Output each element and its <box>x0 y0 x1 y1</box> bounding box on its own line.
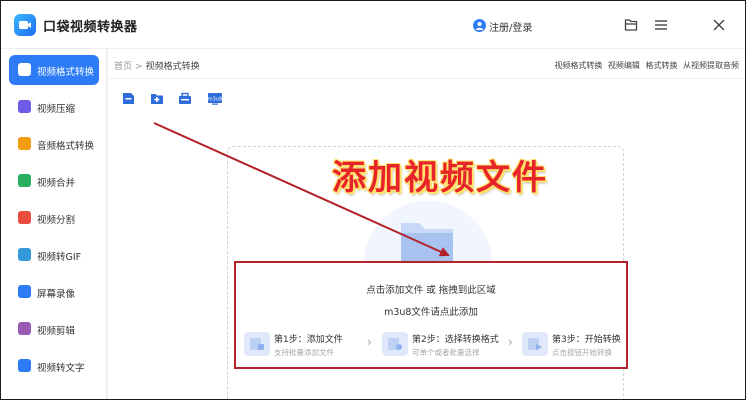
video-edit-icon <box>18 322 31 335</box>
m3u8-hint[interactable]: m3u8文件请点此添加 <box>236 304 626 318</box>
select-format-step-icon <box>382 332 408 356</box>
hamburger-icon[interactable] <box>653 17 669 33</box>
file-icon[interactable] <box>623 17 639 33</box>
video-merge-icon <box>18 174 31 187</box>
sidebar-item-video-edit[interactable]: 视频剪辑 <box>9 314 99 344</box>
video-convert-icon <box>18 63 31 76</box>
sidebar-item-video-merge[interactable]: 视频合并 <box>9 166 99 196</box>
sidebar-item-video-to-text[interactable]: 视频转文字 <box>9 351 99 381</box>
chevron-right-icon: › <box>508 335 513 349</box>
sidebar-item-label: 音频格式转换 <box>37 141 95 152</box>
user-icon[interactable] <box>473 19 486 32</box>
sidebar-item-screen-record[interactable]: 屏幕录像 <box>9 277 99 307</box>
step-title: 第3步：开始转换 <box>552 335 621 345</box>
audio-convert-icon <box>18 137 31 150</box>
start-convert-step-icon <box>522 332 548 356</box>
sidebar-item-label: 屏幕录像 <box>37 289 76 300</box>
step-title: 第2步：选择转换格式 <box>412 335 499 345</box>
close-icon[interactable] <box>711 17 727 33</box>
sidebar-item-label: 视频格式转换 <box>37 67 95 78</box>
app-logo-icon <box>14 14 36 36</box>
sidebar: 视频格式转换 视频压缩 音频格式转换 视频合并 视频分割 视频转GIF 屏幕录像 <box>1 49 107 399</box>
step-desc: 点击按钮开始转换 <box>552 348 612 357</box>
sidebar-item-audio-format-convert[interactable]: 音频格式转换 <box>9 129 99 159</box>
chevron-right-icon: › <box>367 335 372 349</box>
sidebar-item-video-format-convert[interactable]: 视频格式转换 <box>9 55 99 85</box>
sidebar-item-video-split[interactable]: 视频分割 <box>9 203 99 233</box>
video-split-icon <box>18 211 31 224</box>
step-title: 第1步：添加文件 <box>274 335 343 345</box>
video-to-text-icon <box>18 359 31 372</box>
sidebar-item-label: 视频剪辑 <box>37 326 76 337</box>
login-link[interactable]: 注册/登录 <box>489 19 532 34</box>
gif-icon <box>18 248 31 261</box>
screen-record-icon <box>18 285 31 298</box>
title-bar: 口袋视频转换器 注册/登录 <box>1 1 745 49</box>
video-compress-icon <box>18 100 31 113</box>
step-desc: 支持批量添加文件 <box>274 348 334 357</box>
sidebar-item-video-compress[interactable]: 视频压缩 <box>9 92 99 122</box>
app-title: 口袋视频转换器 <box>43 20 138 35</box>
sidebar-item-label: 视频压缩 <box>37 104 76 115</box>
app-window: 口袋视频转换器 注册/登录 视频格式转换 视频压缩 音频格式转换 视频合并 视频… <box>0 0 746 400</box>
sidebar-item-video-to-gif[interactable]: 视频转GIF <box>9 240 99 270</box>
annotation-headline: 添加视频文件 <box>332 158 548 198</box>
sidebar-item-label: 视频合并 <box>37 178 76 189</box>
step-3: 第3步：开始转换 点击按钮开始转换 <box>522 331 626 359</box>
add-file-step-icon <box>244 332 270 356</box>
step-2: 第2步：选择转换格式 可单个或者批量选择 <box>382 331 502 359</box>
instruction-box[interactable]: 点击添加文件 或 拖拽到此区域 m3u8文件请点此添加 第1步：添加文件 支持批… <box>234 261 628 369</box>
sidebar-item-label: 视频转文字 <box>37 363 85 374</box>
step-1: 第1步：添加文件 支持批量添加文件 <box>244 331 356 359</box>
sidebar-item-label: 视频分割 <box>37 215 76 226</box>
sidebar-item-label: 视频转GIF <box>37 252 82 263</box>
main-panel: 首页 > 视频格式转换 视频格式转换 视频编辑 格式转换 从视频提取音频 m3u8 <box>108 49 745 399</box>
step-desc: 可单个或者批量选择 <box>412 348 480 357</box>
drop-hint[interactable]: 点击添加文件 或 拖拽到此区域 <box>236 282 626 296</box>
